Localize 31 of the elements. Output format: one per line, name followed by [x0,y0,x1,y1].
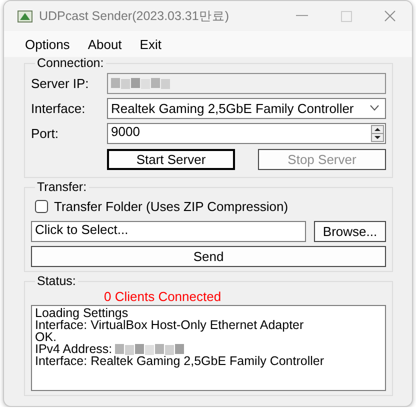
redacted-block [115,344,186,354]
field-label: Port: [31,126,60,140]
chevron-down-icon [370,105,379,111]
group-label: Transfer: [36,181,88,194]
group-label: Status: [36,275,77,288]
spinner-icon [371,124,384,142]
menu-item[interactable]: Exit [140,36,162,52]
checkbox[interactable] [35,200,48,212]
window-title: UDPcast Sender(2023.03.31만료) [39,8,230,24]
menu-item[interactable]: Options [25,36,70,52]
field-label: Interface: [31,100,86,116]
send-button[interactable]: Send [31,246,386,267]
path-field[interactable]: Click to Select... [31,220,306,242]
checkbox-label: Transfer Folder (Uses ZIP Compression) [54,198,288,214]
group-label: Connection: [36,57,105,70]
browse-button[interactable]: Browse... [314,220,386,242]
log-line: Loading Settings [35,307,128,319]
log-line: Interface: Realtek Gaming 2,5GbE Family Controller [35,355,324,367]
log-line: OK. [35,331,57,343]
log-line: Interface: VirtualBox Host-Only Ethernet Adapter [35,319,304,331]
redacted-block [111,78,171,88]
app-icon [17,9,33,23]
minimize-icon[interactable] [296,15,308,17]
interface-dropdown[interactable]: Realtek Gaming 2,5GbE Family Controller [107,98,386,118]
close-icon[interactable] [384,10,396,22]
clients-status: 0 Clients Connected [104,290,222,304]
log-line: IPv4 Address: [35,343,112,355]
port-field[interactable]: 9000 [107,122,386,144]
field-label: Server IP: [31,76,90,90]
menu-item[interactable]: About [88,36,122,52]
start-server-button[interactable]: Start Server [107,148,235,170]
